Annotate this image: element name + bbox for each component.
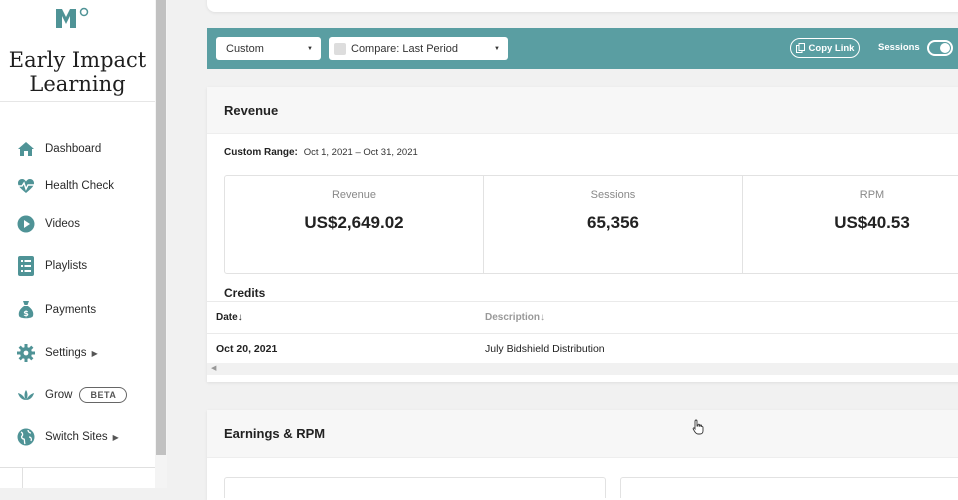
- caret-right-icon: ▶: [112, 432, 119, 442]
- compare-select-value: Compare: Last Period: [351, 42, 458, 55]
- custom-range: Custom Range: Oct 1, 2021 – Oct 31, 2021: [224, 147, 418, 158]
- sidebar-scrollbar-thumb[interactable]: [156, 0, 166, 455]
- copy-link-label: Copy Link: [808, 42, 855, 54]
- sidebar-item-switch-sites[interactable]: Switch Sites ▶: [16, 424, 119, 450]
- divider: [0, 467, 155, 468]
- table-horizontal-scrollbar[interactable]: ◀: [207, 363, 958, 375]
- logo-icon: [56, 7, 89, 28]
- row-description: July Bidshield Distribution: [485, 343, 605, 355]
- revenue-card-header: Revenue: [207, 87, 958, 134]
- hand-cursor-icon: [692, 419, 704, 435]
- divider: [0, 101, 155, 102]
- lotus-icon: [16, 385, 36, 405]
- divider: [22, 467, 23, 488]
- scroll-left-icon[interactable]: ◀: [211, 364, 216, 372]
- earnings-card: Earnings & RPM: [207, 410, 958, 500]
- sidebar: Early Impact Learning Dashboard Health C…: [0, 0, 156, 488]
- metric-label: Revenue: [331, 189, 377, 201]
- site-title: Early Impact Learning: [0, 48, 155, 96]
- list-icon: [16, 256, 36, 276]
- metric-value: 65,356: [587, 213, 639, 232]
- earnings-card-header: Earnings & RPM: [207, 410, 958, 458]
- site-title-line2: Learning: [29, 72, 126, 96]
- sidebar-item-videos[interactable]: Videos: [16, 211, 80, 237]
- play-circle-icon: [16, 214, 36, 234]
- metric-value: US$2,649.02: [304, 213, 404, 232]
- compare-select[interactable]: Compare: Last Period ▼: [329, 37, 508, 60]
- toggle-knob: [940, 43, 950, 53]
- sidebar-item-payments[interactable]: $ Payments: [16, 297, 96, 323]
- credits-title: Credits: [224, 286, 266, 300]
- sidebar-item-label: Settings: [45, 347, 87, 359]
- home-icon: [16, 139, 36, 159]
- metric-rpm: RPM US$40.53: [743, 176, 958, 273]
- svg-text:$: $: [23, 309, 29, 318]
- sidebar-item-health-check[interactable]: Health Check: [16, 173, 114, 199]
- earnings-title: Earnings & RPM: [224, 426, 326, 441]
- copy-link-button[interactable]: Copy Link: [790, 38, 860, 58]
- range-select-value: Custom: [226, 42, 264, 55]
- sidebar-item-label: Switch Sites: [45, 431, 108, 443]
- sidebar-item-dashboard[interactable]: Dashboard: [16, 136, 101, 162]
- metrics-panel: Revenue US$2,649.02 Sessions 65,356 RPM …: [224, 175, 958, 274]
- site-title-line1: Early Impact: [8, 48, 147, 72]
- custom-range-label: Custom Range:: [224, 147, 298, 158]
- filter-toolbar: Custom ▼ Compare: Last Period ▼ Copy Lin…: [207, 28, 958, 69]
- metric-revenue: Revenue US$2,649.02: [225, 176, 484, 273]
- money-bag-icon: $: [16, 300, 36, 320]
- sidebar-item-grow[interactable]: Grow BETA: [16, 382, 128, 408]
- dropdown-arrow-icon: ▼: [307, 45, 313, 52]
- column-header-description[interactable]: Description↓: [485, 312, 545, 323]
- heartbeat-icon: [16, 176, 36, 196]
- sidebar-item-label: Grow: [45, 389, 73, 401]
- row-date: Oct 20, 2021: [216, 343, 278, 355]
- sidebar-item-settings[interactable]: Settings ▶: [16, 340, 98, 366]
- sidebar-item-label: Dashboard: [45, 143, 102, 155]
- globe-icon: [16, 427, 36, 447]
- column-header-date[interactable]: Date↓: [216, 312, 243, 323]
- metric-label: RPM: [859, 189, 885, 201]
- sidebar-item-label: Playlists: [45, 260, 88, 272]
- sidebar-item-playlists[interactable]: Playlists: [16, 253, 87, 279]
- metric-value: US$40.53: [834, 213, 910, 232]
- sidebar-item-label: Payments: [45, 304, 97, 316]
- table-row: Oct 20, 2021 July Bidshield Distribution: [207, 333, 958, 363]
- metric-sessions: Sessions 65,356: [484, 176, 743, 273]
- gear-icon: [16, 343, 36, 363]
- compare-color-swatch: [334, 42, 346, 55]
- sessions-toggle[interactable]: [927, 40, 953, 56]
- sidebar-item-label: Videos: [45, 218, 80, 230]
- copy-icon: [795, 43, 805, 53]
- metric-label: Sessions: [590, 189, 636, 201]
- custom-range-value: Oct 1, 2021 – Oct 31, 2021: [303, 147, 418, 158]
- sessions-label: Sessions: [878, 42, 920, 53]
- range-select[interactable]: Custom ▼: [216, 37, 321, 60]
- caret-right-icon: ▶: [91, 348, 98, 358]
- dropdown-arrow-icon: ▼: [494, 45, 500, 52]
- credits-table-header: Date↓ Description↓: [207, 301, 958, 334]
- sidebar-item-label: Health Check: [45, 180, 115, 192]
- revenue-card: Revenue Custom Range: Oct 1, 2021 – Oct …: [207, 87, 958, 382]
- beta-badge: BETA: [79, 387, 128, 403]
- revenue-title: Revenue: [224, 102, 279, 118]
- top-card: [207, 0, 958, 12]
